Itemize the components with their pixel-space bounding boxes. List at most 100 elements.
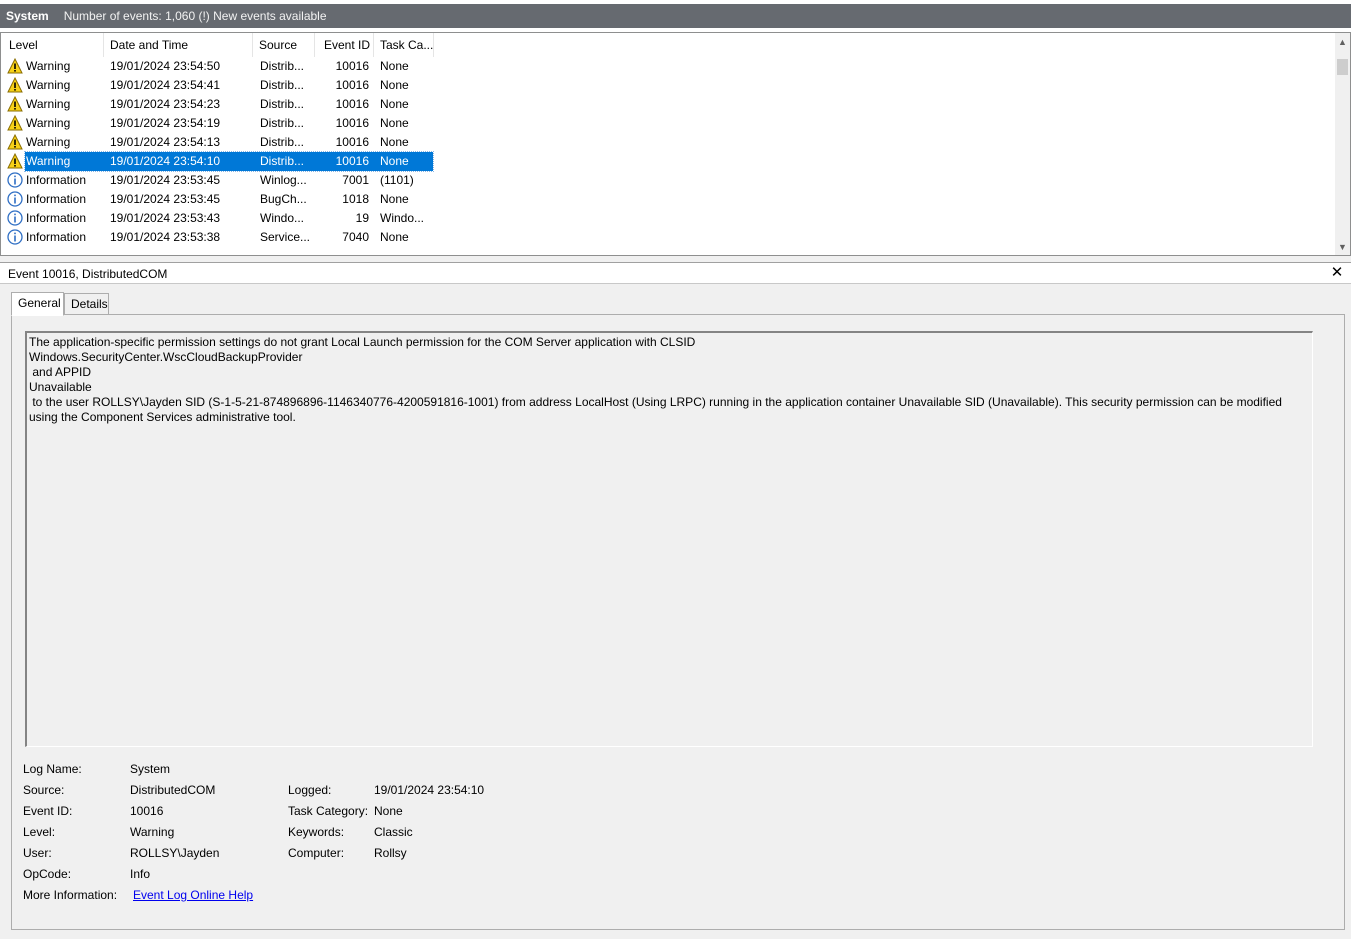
task-category-label: Task Category: [288, 804, 369, 818]
source-cell: Winlog... [260, 173, 307, 187]
column-header-event-id[interactable]: Event ID [315, 33, 374, 57]
event-log-online-help-link[interactable]: Event Log Online Help [133, 887, 253, 904]
event-id-cell: 1018 [342, 192, 369, 206]
table-row[interactable]: Warning 19/01/2024 23:54:13 Distrib... 1001… [1, 133, 1337, 152]
event-message-text: The application-specific permission sett… [29, 335, 1282, 424]
source-cell: Distrib... [260, 59, 305, 73]
task-category-cell: None [380, 230, 409, 244]
task-category-cell: Windo... [380, 211, 425, 225]
close-icon[interactable]: ✕ [1330, 264, 1344, 282]
logged-value: 19/01/2024 23:54:10 [374, 783, 485, 797]
log-header-inner: System Number of events: 1,060 (!) New e… [0, 4, 1351, 28]
table-row[interactable]: Warning 19/01/2024 23:54:41 Distrib... 1001… [1, 76, 1337, 95]
event-id-label: Event ID: [23, 804, 73, 818]
table-row[interactable]: Information 19/01/2024 23:53:38 Service...… [1, 228, 1337, 247]
row-selection-highlight [24, 151, 434, 172]
events-scrollbar[interactable]: ▲ ▼ [1335, 33, 1350, 255]
warning-icon [7, 96, 23, 112]
source-cell: Windo... [260, 211, 305, 225]
computer-value: Rollsy [374, 846, 407, 860]
source-cell: Distrib... [260, 135, 305, 149]
level-cell: Information [26, 192, 87, 206]
tab-general[interactable]: General [11, 292, 64, 316]
event-id-value: 10016 [130, 804, 164, 818]
table-row[interactable]: Information 19/01/2024 23:53:45 Winlog... 7… [1, 171, 1337, 190]
warning-icon [7, 153, 23, 169]
level-cell: Warning [26, 116, 71, 130]
log-name-value: System [130, 762, 171, 776]
date-time-cell: 19/01/2024 23:54:50 [110, 59, 221, 73]
date-time-cell: 19/01/2024 23:54:13 [110, 135, 221, 149]
task-category-value: None [374, 804, 403, 818]
column-header-date-time[interactable]: Date and Time [104, 33, 253, 57]
scroll-thumb[interactable] [1337, 59, 1348, 75]
task-category-cell: None [380, 135, 409, 149]
source-cell: Distrib... [260, 154, 305, 168]
source-label: Source: [23, 783, 65, 797]
scroll-up-icon[interactable]: ▲ [1335, 33, 1350, 50]
keywords-value: Classic [374, 825, 413, 839]
computer-label: Computer: [288, 846, 345, 860]
opcode-value: Info [130, 867, 151, 881]
more-info-label: More Information: [23, 888, 118, 902]
log-name-label: Log Name: [23, 762, 82, 776]
task-category-cell: None [380, 97, 409, 111]
column-header-row: Level Date and Time Source Event ID Task… [1, 33, 1337, 57]
date-time-cell: 19/01/2024 23:53:38 [110, 230, 221, 244]
date-time-cell: 19/01/2024 23:54:41 [110, 78, 221, 92]
opcode-label: OpCode: [23, 867, 72, 881]
level-cell: Warning [26, 97, 71, 111]
event-id-cell: 7040 [342, 230, 369, 244]
table-row[interactable]: Warning 19/01/2024 23:54:10 Distrib... 1001… [1, 151, 1337, 172]
warning-icon [7, 58, 23, 74]
table-row[interactable]: Information 19/01/2024 23:53:45 BugCh... 10… [1, 190, 1337, 209]
source-cell: BugCh... [260, 192, 307, 206]
table-row[interactable]: Information 19/01/2024 23:53:43 Windo... 19… [1, 209, 1337, 228]
event-id-cell: 7001 [342, 173, 369, 187]
scroll-down-icon[interactable]: ▼ [1335, 238, 1350, 255]
level-cell: Information [26, 173, 87, 187]
events-list[interactable]: Level Date and Time Source Event ID Task… [0, 32, 1351, 256]
source-cell: Distrib... [260, 97, 305, 111]
column-header-source[interactable]: Source [253, 33, 315, 57]
date-time-cell: 19/01/2024 23:53:43 [110, 211, 221, 225]
keywords-label: Keywords: [288, 825, 345, 839]
level-cell: Information [26, 230, 87, 244]
warning-icon [7, 77, 23, 93]
events-rows: Warning 19/01/2024 23:54:50 Distrib... 1001… [1, 57, 1337, 247]
task-category-cell: None [380, 59, 409, 73]
level-value: Warning [130, 825, 175, 839]
table-row[interactable]: Warning 19/01/2024 23:54:19 Distrib... 1001… [1, 114, 1337, 133]
warning-icon [7, 115, 23, 131]
date-time-cell: 19/01/2024 23:54:10 [110, 154, 221, 168]
source-cell: Service... [260, 230, 311, 244]
column-header-level[interactable]: Level [3, 33, 104, 57]
warning-icon [7, 134, 23, 150]
task-category-cell: None [380, 116, 409, 130]
level-cell: Warning [26, 135, 71, 149]
table-row[interactable]: Warning 19/01/2024 23:54:23 Distrib... 1001… [1, 95, 1337, 114]
table-row[interactable]: Warning 19/01/2024 23:54:50 Distrib... 1001… [1, 57, 1337, 76]
date-time-cell: 19/01/2024 23:53:45 [110, 192, 221, 206]
level-cell: Warning [26, 154, 71, 168]
task-category-cell: None [380, 192, 409, 206]
date-time-cell: 19/01/2024 23:53:45 [110, 173, 221, 187]
user-value: ROLLSY\Jayden [130, 846, 220, 860]
task-category-cell: None [380, 78, 409, 92]
info-icon [7, 229, 23, 245]
level-cell: Information [26, 211, 87, 225]
event-count: Number of events: 1,060 (!) New events a… [63, 9, 327, 23]
tab-details[interactable]: Details [64, 293, 109, 315]
log-title: System [6, 9, 49, 23]
info-icon [7, 210, 23, 226]
task-category-cell: (1101) [380, 173, 414, 187]
logged-label: Logged: [288, 783, 332, 797]
date-time-cell: 19/01/2024 23:54:19 [110, 116, 221, 130]
column-header-task-category[interactable]: Task Ca... [374, 33, 434, 57]
event-message-box[interactable]: The application-specific permission sett… [25, 331, 1313, 747]
level-cell: Warning [26, 78, 71, 92]
task-category-cell: None [380, 154, 409, 168]
date-time-cell: 19/01/2024 23:54:23 [110, 97, 221, 111]
level-label: Level: [23, 825, 56, 839]
info-icon [7, 191, 23, 207]
